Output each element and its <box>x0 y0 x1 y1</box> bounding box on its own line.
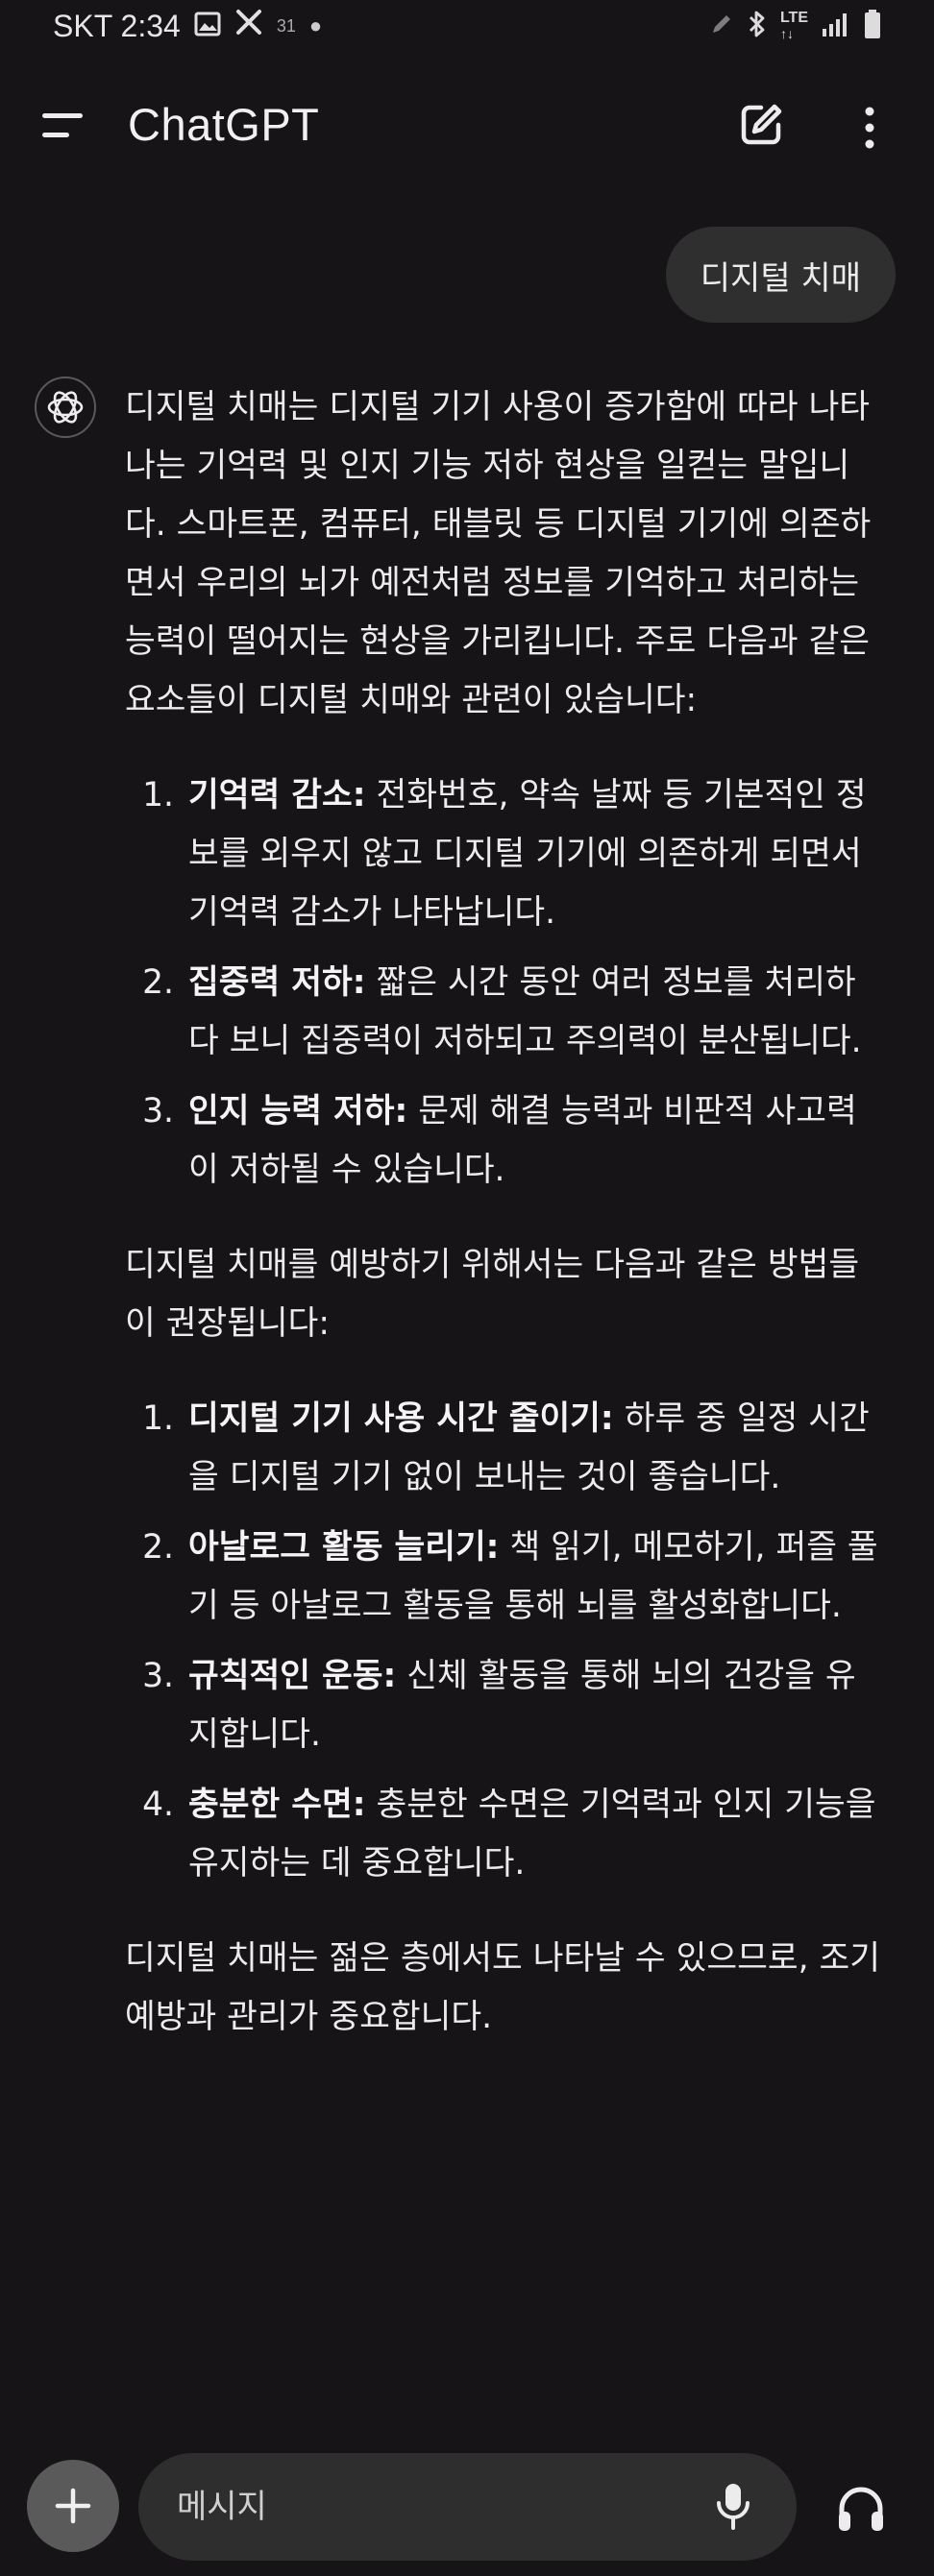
status-bar: SKT 2:34 31 ● LTE ↑↓ <box>0 0 934 58</box>
headphones-icon[interactable] <box>834 2482 888 2536</box>
bluetooth-icon <box>748 10 767 42</box>
list-item: 디지털 기기 사용 시간 줄이기: 하루 중 일정 시간을 디지털 기기 없이 … <box>184 1390 884 1507</box>
factors-list: 기억력 감소: 전화번호, 약속 날짜 등 기본적인 정보를 외우지 않고 디지… <box>125 766 884 1200</box>
tools-icon <box>234 8 263 44</box>
new-chat-icon[interactable] <box>738 102 784 148</box>
list-item-title: 규칙적인 운동: <box>188 1657 397 1695</box>
list-item: 아날로그 활동 늘리기: 책 읽기, 메모하기, 퍼즐 풀기 등 아날로그 활동… <box>184 1519 884 1636</box>
message-input[interactable] <box>175 2487 691 2527</box>
dot-icon: ● <box>308 13 323 37</box>
image-icon <box>194 9 221 44</box>
list-item-title: 아날로그 활동 늘리기: <box>188 1528 500 1567</box>
prevention-intro: 디지털 치매를 예방하기 위해서는 다음과 같은 방법들이 권장됩니다: <box>125 1246 860 1343</box>
list-item: 규칙적인 운동: 신체 활동을 통해 뇌의 건강을 유지합니다. <box>184 1647 884 1764</box>
list-item-title: 충분한 수면: <box>188 1786 366 1824</box>
plus-icon <box>55 2488 91 2524</box>
status-right: LTE ↑↓ <box>709 10 881 42</box>
battery-icon <box>864 10 881 42</box>
message-input-container[interactable] <box>138 2453 797 2561</box>
pen-icon <box>709 12 734 40</box>
app-title: ChatGPT <box>128 99 320 150</box>
composer-bar <box>0 2440 934 2576</box>
assistant-intro: 디지털 치매는 디지털 기기 사용이 증가함에 따라 나타나는 기억력 및 인지… <box>125 388 872 719</box>
list-item-title: 디지털 기기 사용 시간 줄이기: <box>188 1399 614 1438</box>
carrier-time: SKT 2:34 <box>53 8 181 43</box>
status-left: SKT 2:34 31 ● <box>53 8 322 44</box>
methods-list: 디지털 기기 사용 시간 줄이기: 하루 중 일정 시간을 디지털 기기 없이 … <box>125 1390 884 1893</box>
user-message-bubble: 디지털 치매 <box>665 227 896 323</box>
list-item-title: 인지 능력 저하: <box>188 1092 408 1130</box>
mic-icon[interactable] <box>714 2482 752 2532</box>
assistant-message: 디지털 치매는 디지털 기기 사용이 증가함에 따라 나타나는 기억력 및 인지… <box>125 378 884 2047</box>
openai-logo-icon <box>35 377 96 438</box>
app-header: ChatGPT <box>0 58 934 192</box>
more-icon[interactable] <box>855 106 884 150</box>
menu-icon[interactable] <box>42 111 85 140</box>
signal-icon <box>822 12 850 40</box>
list-item: 기억력 감소: 전화번호, 약속 날짜 등 기본적인 정보를 외우지 않고 디지… <box>184 766 884 942</box>
list-item: 인지 능력 저하: 문제 해결 능력과 비판적 사고력이 저하될 수 있습니다. <box>184 1082 884 1200</box>
list-item: 충분한 수면: 충분한 수면은 기억력과 인지 기능을 유지하는 데 중요합니다… <box>184 1776 884 1893</box>
user-message-text: 디지털 치매 <box>700 258 861 298</box>
list-item: 집중력 저하: 짧은 시간 동안 여러 정보를 처리하다 보니 집중력이 저하되… <box>184 954 884 1071</box>
list-item-title: 기억력 감소: <box>188 776 366 814</box>
calendar-icon: 31 <box>276 15 296 36</box>
assistant-conclusion: 디지털 치매는 젊은 층에서도 나타날 수 있으므로, 조기 예방과 관리가 중… <box>125 1939 881 2036</box>
list-item-title: 집중력 저하: <box>188 963 366 1002</box>
lte-icon: LTE ↑↓ <box>779 9 808 41</box>
plus-button[interactable] <box>27 2460 119 2552</box>
